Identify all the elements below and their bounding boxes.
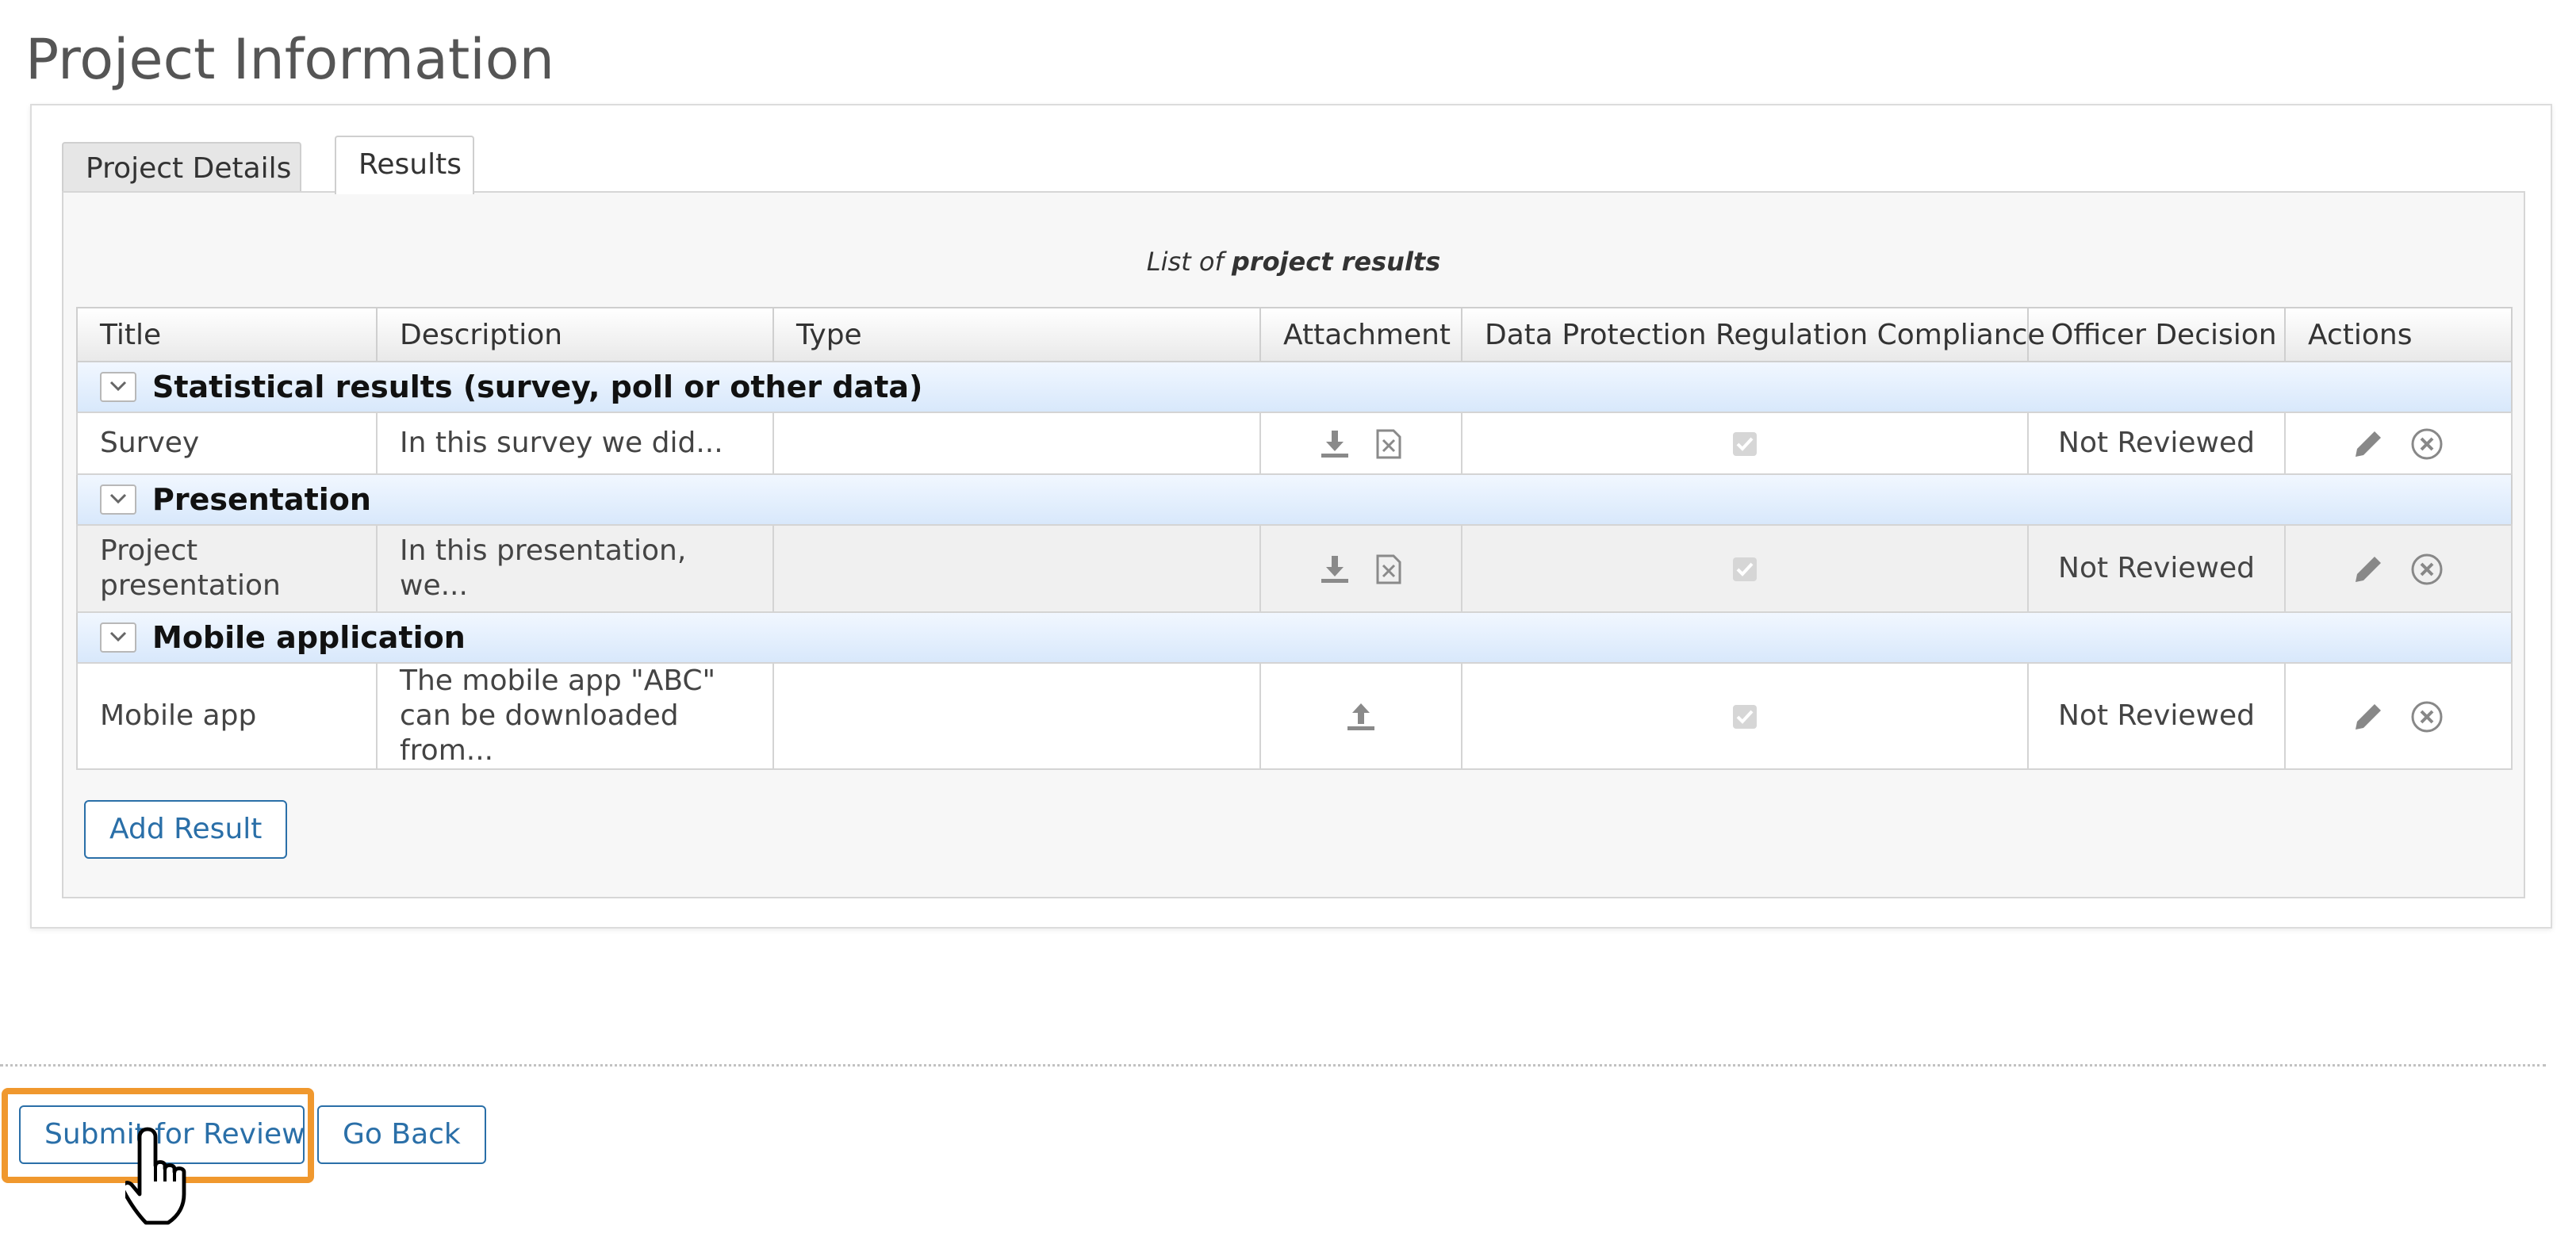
- cell-actions: [2284, 662, 2513, 770]
- compliance-checkbox[interactable]: [1733, 705, 1757, 729]
- chevron-down-icon: [109, 493, 127, 504]
- check-icon: [1736, 710, 1754, 724]
- delete-circle-icon[interactable]: [2409, 427, 2444, 461]
- group-cell: Presentation: [77, 473, 2512, 526]
- cell-title: Mobile app: [76, 662, 378, 770]
- column-header-type[interactable]: Type: [772, 307, 1261, 362]
- table-row: Mobile app The mobile app "ABC" can be d…: [76, 662, 2513, 770]
- collapse-toggle-button[interactable]: [100, 484, 136, 515]
- add-result-button[interactable]: Add Result: [84, 800, 288, 859]
- group-row: Statistical results (survey, poll or oth…: [77, 361, 2512, 413]
- cell-actions: [2284, 524, 2513, 613]
- table-row: Survey In this survey we did... Not Revi…: [76, 412, 2513, 475]
- group-name: Presentation: [152, 482, 371, 517]
- upload-icon[interactable]: [1346, 702, 1376, 732]
- cell-description: In this survey we did...: [376, 412, 774, 475]
- hand-pointer-cursor-icon: [125, 1127, 186, 1225]
- cell-type: [772, 662, 1261, 770]
- cell-officer-decision: Not Reviewed: [2027, 524, 2286, 613]
- remove-file-icon[interactable]: [1375, 429, 1402, 459]
- table-row: Project presentation In this presentatio…: [76, 524, 2513, 613]
- tab-project-details[interactable]: Project Details: [62, 142, 301, 193]
- group-cell: Mobile application: [77, 611, 2512, 664]
- group-row: Mobile application: [77, 611, 2512, 664]
- cell-officer-decision: Not Reviewed: [2027, 412, 2286, 475]
- group-name: Mobile application: [152, 620, 466, 655]
- tab-results[interactable]: Results: [335, 136, 474, 194]
- cell-type: [772, 524, 1261, 613]
- check-icon: [1736, 437, 1754, 451]
- cell-officer-decision: Not Reviewed: [2027, 662, 2286, 770]
- cell-compliance: [1461, 524, 2029, 613]
- chevron-down-icon: [109, 381, 127, 391]
- check-icon: [1736, 562, 1754, 576]
- group-cell: Statistical results (survey, poll or oth…: [77, 361, 2512, 413]
- cell-compliance: [1461, 662, 2029, 770]
- download-icon[interactable]: [1320, 554, 1350, 584]
- column-header-description[interactable]: Description: [376, 307, 774, 362]
- edit-pencil-icon[interactable]: [2352, 701, 2384, 733]
- cell-compliance: [1461, 412, 2029, 475]
- table-header-row: Title Description Type Attachment Data P…: [76, 307, 2513, 362]
- download-icon[interactable]: [1320, 429, 1350, 459]
- collapse-toggle-button[interactable]: [100, 622, 136, 653]
- group-row: Presentation: [77, 473, 2512, 526]
- edit-pencil-icon[interactable]: [2352, 553, 2384, 585]
- compliance-checkbox[interactable]: [1733, 557, 1757, 581]
- column-header-officer-decision[interactable]: Officer Decision: [2027, 307, 2286, 362]
- collapse-toggle-button[interactable]: [100, 371, 136, 402]
- cell-attachment: [1259, 662, 1462, 770]
- footer-divider: [0, 1064, 2546, 1067]
- caption-prefix: List of: [1146, 247, 1232, 277]
- cell-attachment: [1259, 412, 1462, 475]
- column-header-compliance[interactable]: Data Protection Regulation Compliance: [1461, 307, 2045, 362]
- compliance-checkbox[interactable]: [1733, 432, 1757, 456]
- results-tab-content: List of project results Title Descriptio…: [62, 191, 2525, 898]
- caption-emphasis: project results: [1231, 247, 1441, 277]
- cell-title: Survey: [76, 412, 378, 475]
- results-table: Title Description Type Attachment Data P…: [76, 307, 2513, 770]
- cell-actions: [2284, 412, 2513, 475]
- cell-description: In this presentation, we...: [376, 524, 774, 613]
- cell-attachment: [1259, 524, 1462, 613]
- project-information-panel: Project Details Results List of project …: [30, 104, 2552, 929]
- remove-file-icon[interactable]: [1375, 554, 1402, 584]
- column-header-actions: Actions: [2284, 307, 2513, 362]
- cell-title: Project presentation: [76, 524, 378, 613]
- go-back-button[interactable]: Go Back: [317, 1105, 486, 1164]
- delete-circle-icon[interactable]: [2409, 552, 2444, 587]
- edit-pencil-icon[interactable]: [2352, 428, 2384, 460]
- page-title: Project Information: [25, 27, 554, 92]
- column-header-attachment[interactable]: Attachment: [1259, 307, 1462, 362]
- chevron-down-icon: [109, 631, 127, 641]
- cell-type: [772, 412, 1261, 475]
- delete-circle-icon[interactable]: [2409, 699, 2444, 734]
- table-caption: List of project results: [63, 247, 2524, 277]
- column-header-title[interactable]: Title: [76, 307, 378, 362]
- cell-description: The mobile app "ABC" can be downloaded f…: [376, 662, 774, 770]
- group-name: Statistical results (survey, poll or oth…: [152, 370, 923, 404]
